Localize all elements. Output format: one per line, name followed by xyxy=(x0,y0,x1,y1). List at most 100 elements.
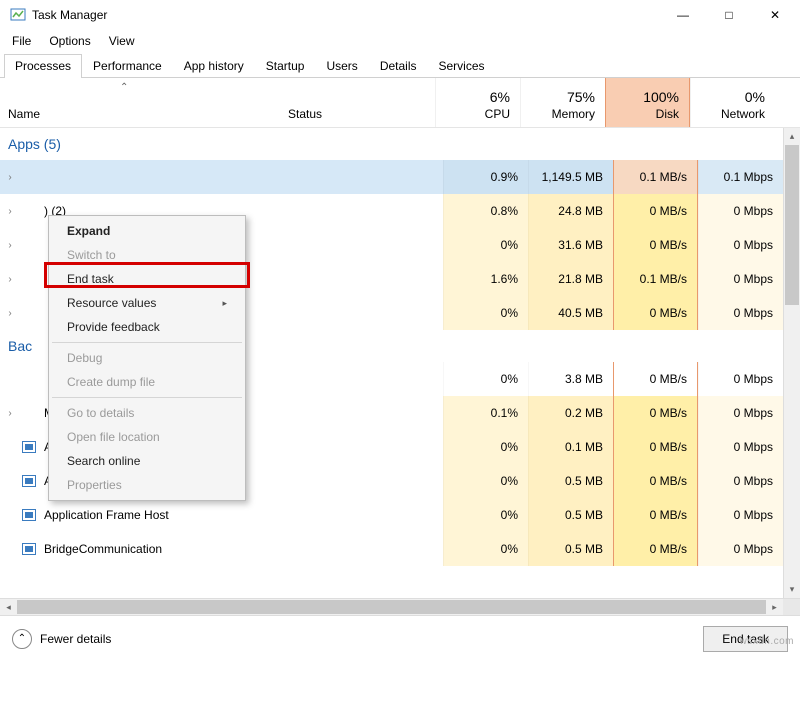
cell-disk: 0.1 MB/s xyxy=(613,160,698,194)
context-resource-values[interactable]: Resource values xyxy=(51,291,243,315)
expand-icon[interactable]: › xyxy=(0,274,20,285)
cell-memory: 40.5 MB xyxy=(528,296,613,330)
chevron-up-icon: ⌃ xyxy=(12,629,32,649)
tabbar: Processes Performance App history Startu… xyxy=(0,52,800,78)
cell-network: 0.1 Mbps xyxy=(698,160,783,194)
fewer-details-button[interactable]: ⌃ Fewer details xyxy=(12,629,111,649)
menu-options[interactable]: Options xyxy=(41,32,98,50)
cell-disk: 0 MB/s xyxy=(613,498,698,532)
expand-icon[interactable]: › xyxy=(0,308,20,319)
tab-services[interactable]: Services xyxy=(428,54,496,78)
context-switch-to: Switch to xyxy=(51,243,243,267)
sort-arrow-icon: ⌃ xyxy=(120,82,128,93)
process-icon xyxy=(20,541,38,557)
cell-cpu: 0% xyxy=(443,532,528,566)
scroll-down-icon[interactable]: ▾ xyxy=(784,581,800,598)
expand-icon[interactable]: › xyxy=(0,240,20,251)
maximize-button[interactable]: □ xyxy=(706,0,752,30)
minimize-button[interactable]: — xyxy=(660,0,706,30)
cell-cpu: 0.8% xyxy=(443,194,528,228)
cell-cpu: 0% xyxy=(443,430,528,464)
context-debug: Debug xyxy=(51,346,243,370)
cell-memory: 24.8 MB xyxy=(528,194,613,228)
cell-cpu: 0% xyxy=(443,464,528,498)
process-icon xyxy=(20,439,38,455)
cell-memory: 1,149.5 MB xyxy=(528,160,613,194)
cell-memory: 0.5 MB xyxy=(528,532,613,566)
cell-disk: 0 MB/s xyxy=(613,396,698,430)
context-provide-feedback[interactable]: Provide feedback xyxy=(51,315,243,339)
col-network[interactable]: 0%Network xyxy=(690,78,775,127)
footer: ⌃ Fewer details End task xyxy=(0,615,800,661)
context-search-online[interactable]: Search online xyxy=(51,449,243,473)
cell-disk: 0 MB/s xyxy=(613,228,698,262)
cell-cpu: 0% xyxy=(443,498,528,532)
cell-cpu: 1.6% xyxy=(443,262,528,296)
cell-memory: 0.2 MB xyxy=(528,396,613,430)
cell-disk: 0 MB/s xyxy=(613,464,698,498)
context-open-file-location: Open file location xyxy=(51,425,243,449)
menu-file[interactable]: File xyxy=(4,32,39,50)
cell-cpu: 0% xyxy=(443,362,528,396)
expand-icon[interactable]: › xyxy=(0,408,20,419)
process-icon xyxy=(20,203,38,219)
cell-memory: 0.1 MB xyxy=(528,430,613,464)
cell-memory: 0.5 MB xyxy=(528,464,613,498)
cell-disk: 0 MB/s xyxy=(613,430,698,464)
process-icon xyxy=(20,305,38,321)
tab-app-history[interactable]: App history xyxy=(173,54,255,78)
tab-details[interactable]: Details xyxy=(369,54,428,78)
expand-icon[interactable]: › xyxy=(0,172,20,183)
cell-cpu: 0.9% xyxy=(443,160,528,194)
group-header-apps[interactable]: Apps (5) xyxy=(0,128,800,160)
titlebar[interactable]: Task Manager — □ ✕ xyxy=(0,0,800,30)
tab-processes[interactable]: Processes xyxy=(4,54,82,78)
table-row[interactable]: BridgeCommunication 0% 0.5 MB 0 MB/s 0 M… xyxy=(0,532,800,566)
expand-icon[interactable]: › xyxy=(0,206,20,217)
cell-network: 0 Mbps xyxy=(698,430,783,464)
col-name[interactable]: ⌃ Name xyxy=(0,78,280,127)
process-icon xyxy=(20,371,38,387)
col-status[interactable]: Status xyxy=(280,78,435,127)
tab-users[interactable]: Users xyxy=(315,54,368,78)
cell-cpu: 0% xyxy=(443,228,528,262)
window-title: Task Manager xyxy=(32,8,107,22)
process-icon xyxy=(20,405,38,421)
table-row[interactable]: › 0.9% 1,149.5 MB 0.1 MB/s 0.1 Mbps xyxy=(0,160,800,194)
col-memory[interactable]: 75%Memory xyxy=(520,78,605,127)
scroll-right-icon[interactable]: ▸ xyxy=(766,599,783,615)
vertical-scrollbar[interactable]: ▴ ▾ xyxy=(783,128,800,598)
scroll-up-icon[interactable]: ▴ xyxy=(784,128,800,145)
menu-view[interactable]: View xyxy=(101,32,143,50)
cell-cpu: 0% xyxy=(443,296,528,330)
context-separator xyxy=(52,342,242,343)
cell-disk: 0 MB/s xyxy=(613,194,698,228)
table-row[interactable]: Application Frame Host 0% 0.5 MB 0 MB/s … xyxy=(0,498,800,532)
col-disk[interactable]: 100%Disk xyxy=(605,78,690,127)
context-expand[interactable]: Expand xyxy=(51,219,243,243)
process-icon xyxy=(20,271,38,287)
close-button[interactable]: ✕ xyxy=(752,0,798,30)
cell-cpu: 0.1% xyxy=(443,396,528,430)
tab-performance[interactable]: Performance xyxy=(82,54,173,78)
cell-network: 0 Mbps xyxy=(698,498,783,532)
tab-startup[interactable]: Startup xyxy=(255,54,316,78)
context-end-task[interactable]: End task xyxy=(51,267,243,291)
scrollbar-thumb[interactable] xyxy=(785,145,799,305)
cell-network: 0 Mbps xyxy=(698,464,783,498)
cell-network: 0 Mbps xyxy=(698,296,783,330)
cell-network: 0 Mbps xyxy=(698,262,783,296)
process-name: Application Frame Host xyxy=(44,508,169,522)
context-go-to-details: Go to details xyxy=(51,401,243,425)
hscroll-thumb[interactable] xyxy=(17,600,766,614)
horizontal-scrollbar[interactable]: ◂ ▸ xyxy=(0,598,800,615)
cell-network: 0 Mbps xyxy=(698,228,783,262)
context-properties: Properties xyxy=(51,473,243,497)
cell-disk: 0.1 MB/s xyxy=(613,262,698,296)
process-name: BridgeCommunication xyxy=(44,542,162,556)
scroll-left-icon[interactable]: ◂ xyxy=(0,599,17,615)
cell-memory: 21.8 MB xyxy=(528,262,613,296)
cell-network: 0 Mbps xyxy=(698,396,783,430)
col-cpu[interactable]: 6%CPU xyxy=(435,78,520,127)
cell-disk: 0 MB/s xyxy=(613,532,698,566)
